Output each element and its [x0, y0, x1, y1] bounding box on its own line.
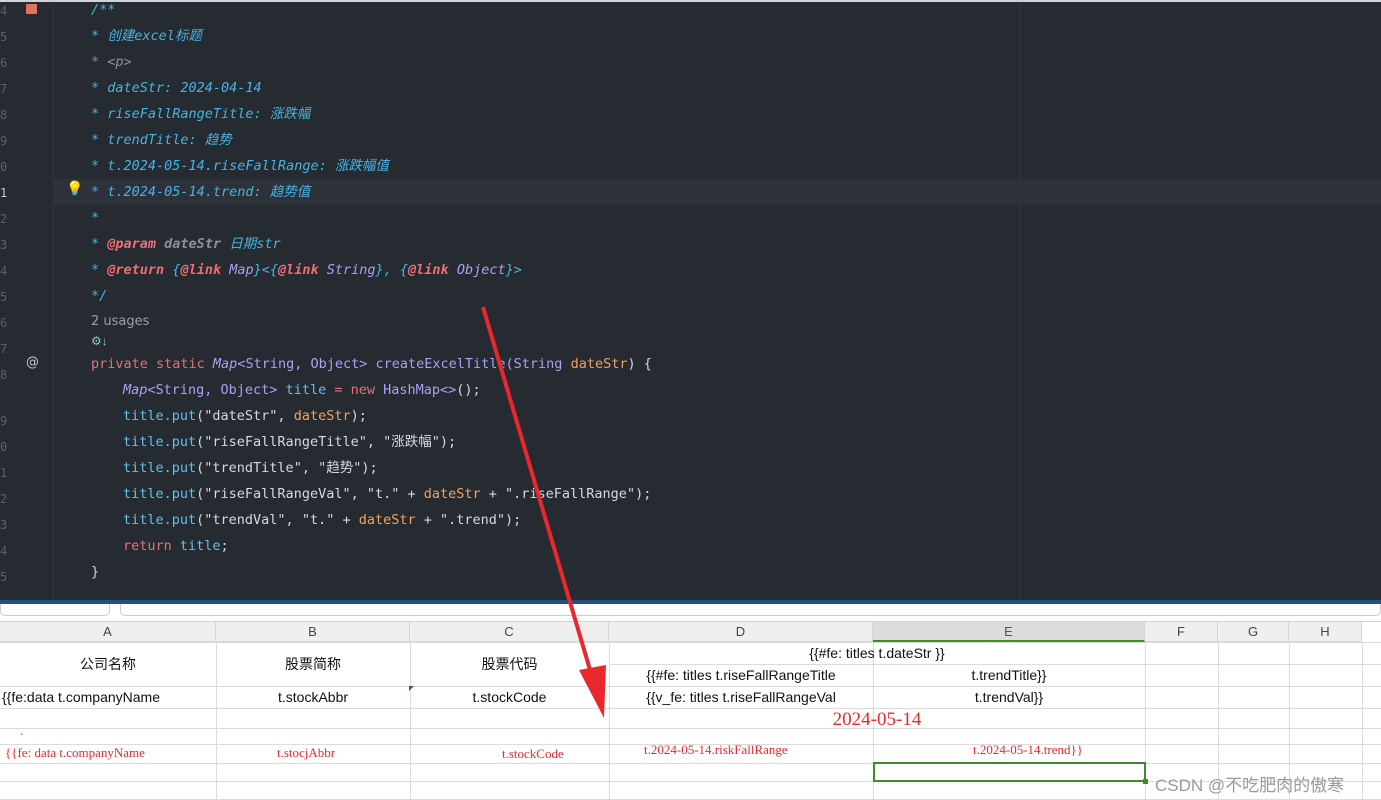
arrow-head: [579, 665, 606, 718]
arrow-shaft: [481, 306, 595, 681]
red-arrow-annotation: [481, 306, 606, 718]
